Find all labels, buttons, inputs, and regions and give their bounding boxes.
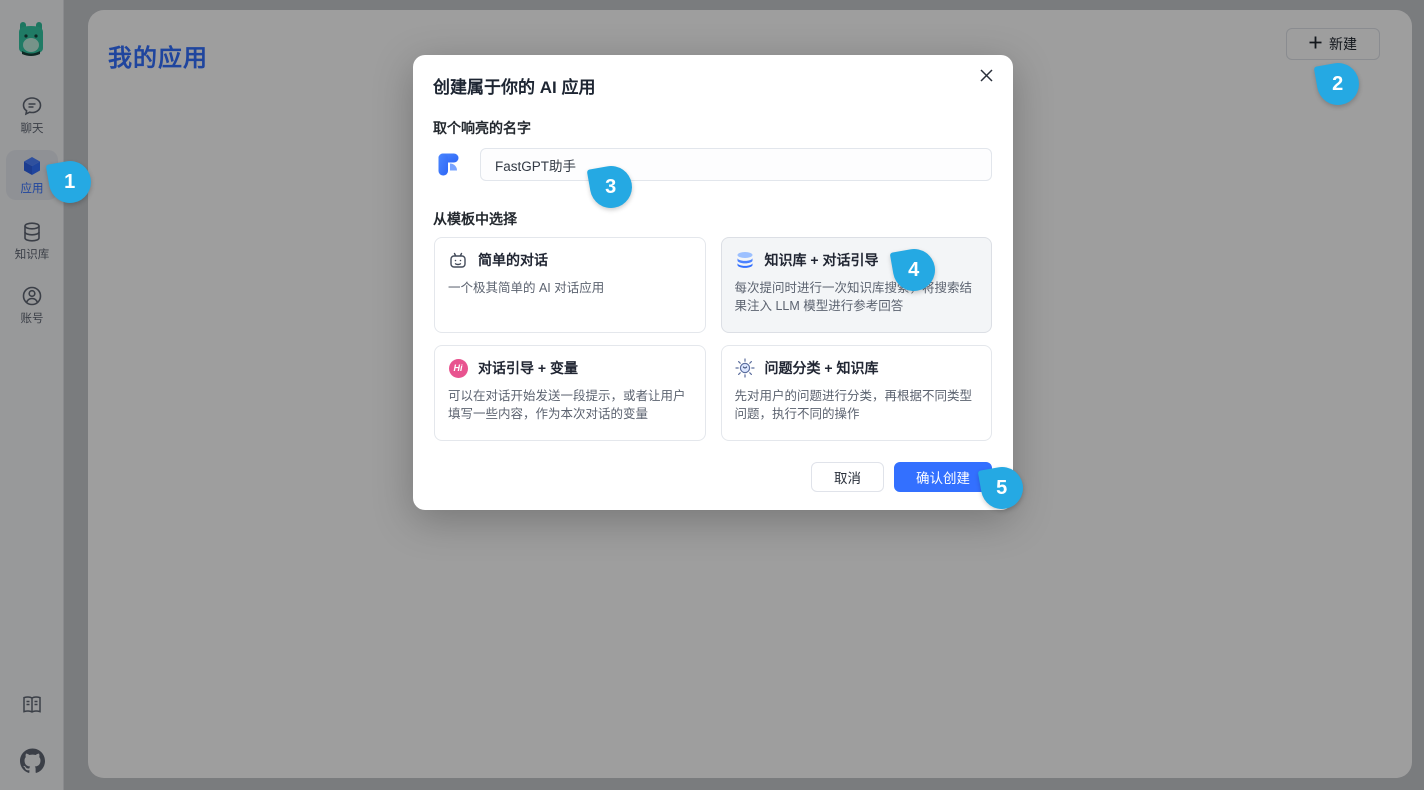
template-card-classify-kb[interactable]: 问题分类 + 知识库 先对用户的问题进行分类，再根据不同类型问题，执行不同的操作 xyxy=(721,345,993,441)
template-card-guide-variables[interactable]: Hi 对话引导 + 变量 可以在对话开始发送一段提示，或者让用户填写一些内容，作… xyxy=(434,345,706,441)
name-field-label: 取个响亮的名字 xyxy=(433,118,531,138)
template-description: 每次提问时进行一次知识库搜索，将搜索结果注入 LLM 模型进行参考回答 xyxy=(735,279,979,315)
template-description: 一个极其简单的 AI 对话应用 xyxy=(448,279,692,297)
modal-footer: 取消 确认创建 xyxy=(811,462,992,492)
template-title: 简单的对话 xyxy=(478,250,548,270)
database-icon xyxy=(735,250,755,270)
modal-close-button[interactable] xyxy=(973,65,999,91)
template-title: 知识库 + 对话引导 xyxy=(765,250,879,270)
bulb-icon xyxy=(735,358,755,378)
modal-title: 创建属于你的 AI 应用 xyxy=(433,73,595,98)
app-avatar-fastgpt-logo[interactable] xyxy=(436,151,463,178)
confirm-create-button[interactable]: 确认创建 xyxy=(894,462,992,492)
template-card-simple-chat[interactable]: 简单的对话 一个极其简单的 AI 对话应用 xyxy=(434,237,706,333)
template-description: 可以在对话开始发送一段提示，或者让用户填写一些内容，作为本次对话的变量 xyxy=(448,387,692,423)
template-description: 先对用户的问题进行分类，再根据不同类型问题，执行不同的操作 xyxy=(735,387,979,423)
close-icon xyxy=(980,69,993,87)
template-title: 问题分类 + 知识库 xyxy=(765,358,879,378)
template-section-label: 从模板中选择 xyxy=(433,209,517,229)
template-card-kb-dialog-guide[interactable]: 知识库 + 对话引导 每次提问时进行一次知识库搜索，将搜索结果注入 LLM 模型… xyxy=(721,237,993,333)
template-title: 对话引导 + 变量 xyxy=(478,358,578,378)
robot-icon xyxy=(448,250,468,270)
cancel-button[interactable]: 取消 xyxy=(811,462,884,492)
hi-badge-icon: Hi xyxy=(448,358,468,378)
app-name-input[interactable] xyxy=(480,148,992,181)
